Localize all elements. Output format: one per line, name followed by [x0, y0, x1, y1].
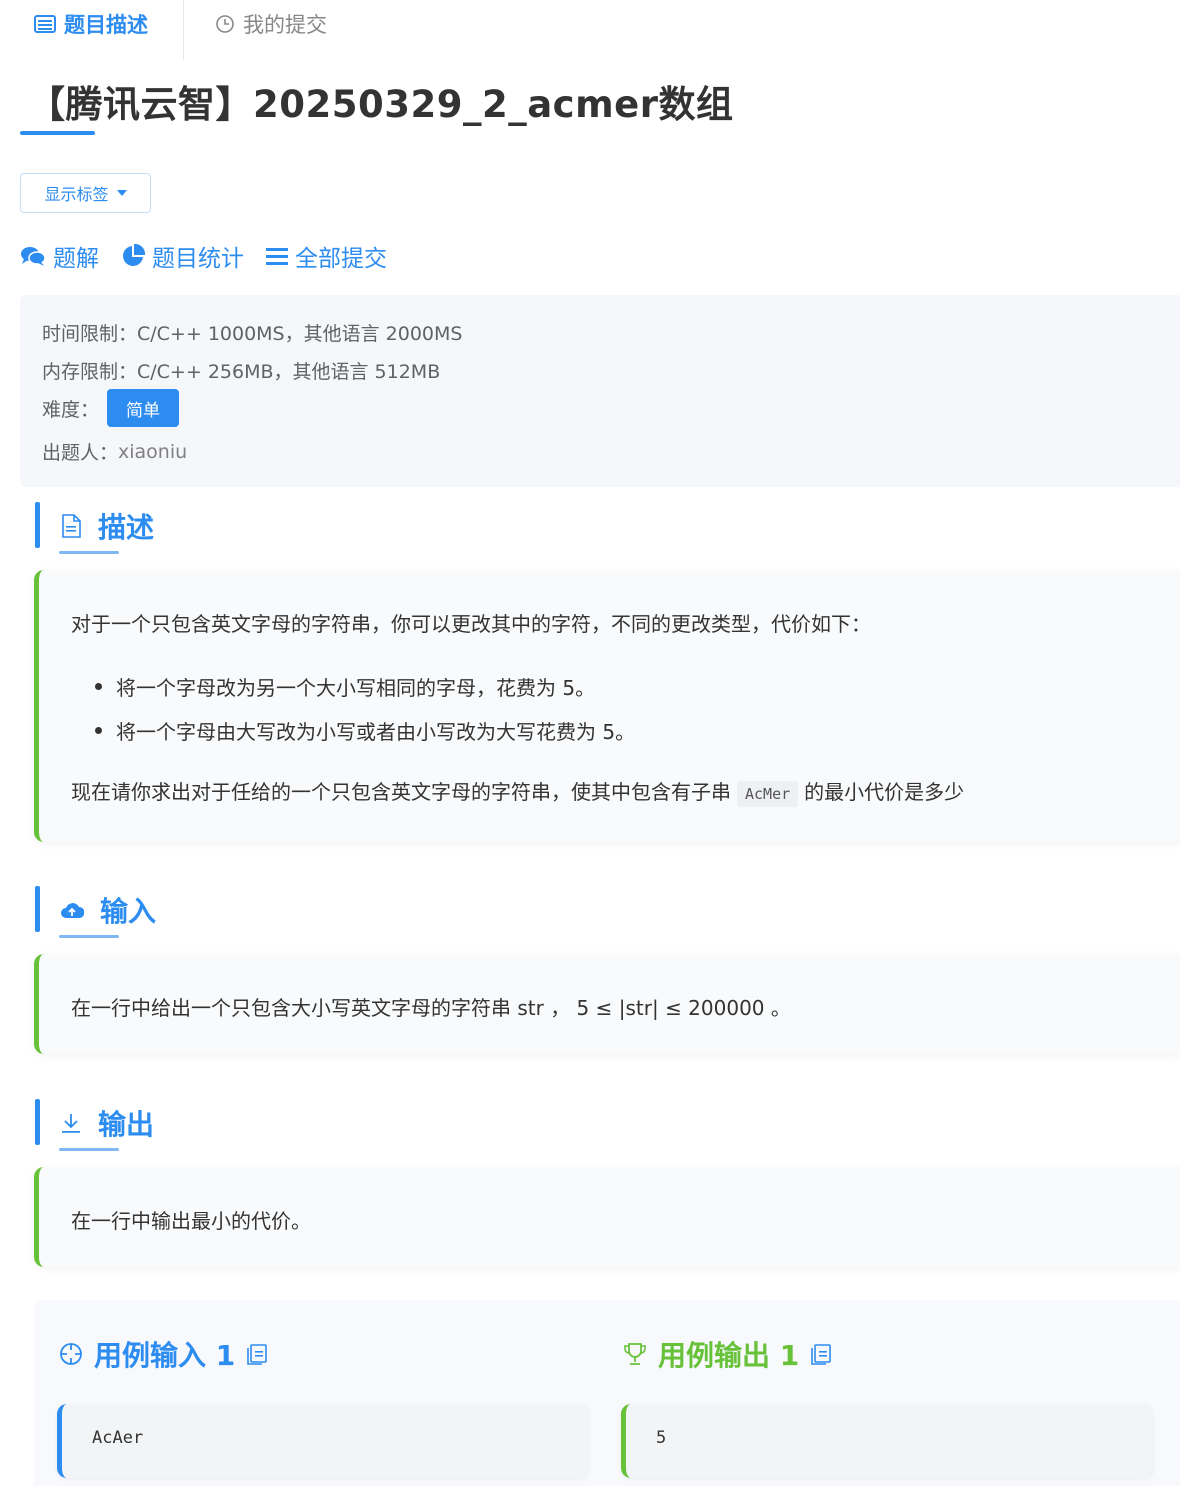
tab-my-submissions[interactable]: 我的提交 — [215, 8, 327, 40]
author-row: 出题人： xiaoniu — [42, 438, 187, 465]
input-heading: 输入 — [100, 895, 157, 928]
sample-output-value: 5 — [656, 1428, 667, 1448]
output-section-bar — [35, 1099, 40, 1145]
download-icon — [62, 1114, 80, 1133]
copy-icon[interactable] — [245, 1342, 269, 1366]
show-tags-button[interactable]: 显示标签 — [20, 173, 151, 213]
bullet-dot — [95, 683, 102, 690]
limits-panel: 时间限制：C/C++ 1000MS，其他语言 2000MS 内存限制：C/C++… — [20, 295, 1180, 487]
tab-my-submissions-label: 我的提交 — [243, 13, 327, 37]
description-intro: 对于一个只包含英文字母的字符串，你可以更改其中的字符，不同的更改类型，代价如下： — [71, 612, 871, 636]
sample-input-box[interactable]: AcAer — [57, 1404, 589, 1478]
input-text: 在一行中给出一个只包含大小写英文字母的字符串 str ， 5 ≤ |str| ≤… — [71, 996, 791, 1020]
tab-divider — [183, 0, 184, 60]
sample-output-header: 用例输出 1 — [622, 1334, 833, 1374]
author-name: xiaoniu — [118, 440, 188, 463]
title-underline — [20, 131, 95, 135]
samples-panel: 用例输入 1 用例输出 1 AcAer 5 — [34, 1300, 1180, 1486]
description-bullet-1: 将一个字母改为另一个大小写相同的字母，花费为 5。 — [95, 672, 595, 701]
difficulty-row: 难度： 简单 — [42, 389, 180, 427]
all-submissions-link[interactable]: 全部提交 — [266, 239, 387, 273]
description-bullet-2: 将一个字母由大写改为小写或者由小写改为大写花费为 5。 — [95, 716, 635, 745]
input-section-bar — [35, 886, 40, 932]
description-heading-underline — [59, 551, 119, 554]
comments-icon — [21, 247, 46, 266]
input-section-title: 输入 — [60, 890, 156, 930]
problem-links: 题解 题目统计 全部提交 — [20, 238, 387, 274]
cloud-upload-icon — [61, 903, 84, 918]
output-heading: 输出 — [98, 1108, 155, 1141]
tab-description-label: 题目描述 — [64, 13, 148, 37]
input-card: 在一行中给出一个只包含大小写英文字母的字符串 str ， 5 ≤ |str| ≤… — [34, 954, 1180, 1054]
top-tab-bar: 题目描述 我的提交 — [0, 0, 1180, 60]
description-card: 对于一个只包含英文字母的字符串，你可以更改其中的字符，不同的更改类型，代价如下：… — [34, 570, 1180, 842]
show-tags-label: 显示标签 — [44, 185, 109, 204]
memory-limit: 内存限制：C/C++ 256MB，其他语言 512MB — [42, 361, 441, 383]
description-question: 现在请你求出对于任给的一个只包含英文字母的字符串，使其中包含有子串 AcMer 的最… — [71, 776, 965, 807]
solution-link[interactable]: 题解 — [20, 239, 99, 273]
sample-input-value: AcAer — [92, 1428, 144, 1448]
description-section-bar — [35, 502, 40, 548]
list-icon — [34, 15, 56, 33]
question-text-post: 的最小代价是多少 — [804, 780, 965, 804]
clock-icon — [216, 15, 234, 33]
author-label: 出题人： — [42, 442, 119, 464]
copy-icon[interactable] — [809, 1342, 833, 1366]
bullet-dot — [95, 727, 102, 734]
sample-output-box[interactable]: 5 — [621, 1404, 1153, 1478]
bars-icon — [266, 248, 288, 265]
sample-input-header: 用例输入 1 — [58, 1334, 269, 1374]
all-submissions-link-label: 全部提交 — [295, 246, 387, 272]
output-heading-underline — [59, 1148, 119, 1151]
time-limit: 时间限制：C/C++ 1000MS，其他语言 2000MS — [42, 323, 463, 345]
crosshair-icon — [60, 1343, 82, 1365]
difficulty-label: 难度： — [42, 398, 100, 421]
output-card: 在一行中输出最小的代价。 — [34, 1167, 1180, 1267]
pie-chart-icon — [123, 244, 145, 266]
stats-link[interactable]: 题目统计 — [121, 239, 244, 273]
sample-output-title: 用例输出 1 — [658, 1339, 800, 1372]
description-section-title: 描述 — [60, 506, 154, 546]
bullet-text: 将一个字母改为另一个大小写相同的字母，花费为 5。 — [116, 676, 596, 700]
input-heading-underline — [59, 935, 119, 938]
trophy-icon — [624, 1343, 646, 1365]
output-text: 在一行中输出最小的代价。 — [71, 1209, 311, 1233]
question-text-pre: 现在请你求出对于任给的一个只包含英文字母的字符串，使其中包含有子串 — [71, 780, 731, 804]
document-icon — [62, 514, 81, 538]
description-heading: 描述 — [98, 511, 155, 544]
solution-link-label: 题解 — [53, 246, 99, 272]
sample-input-title: 用例输入 1 — [94, 1339, 236, 1372]
difficulty-badge: 简单 — [107, 389, 180, 427]
output-section-title: 输出 — [60, 1103, 154, 1143]
stats-link-label: 题目统计 — [152, 246, 244, 272]
question-code: AcMer — [737, 781, 799, 807]
tab-description[interactable]: 题目描述 — [34, 8, 148, 40]
problem-title: 【腾讯云智】20250329_2_acmer数组 — [28, 83, 734, 126]
bullet-text: 将一个字母由大写改为小写或者由小写改为大写花费为 5。 — [116, 720, 636, 744]
caret-down-icon — [116, 190, 127, 196]
